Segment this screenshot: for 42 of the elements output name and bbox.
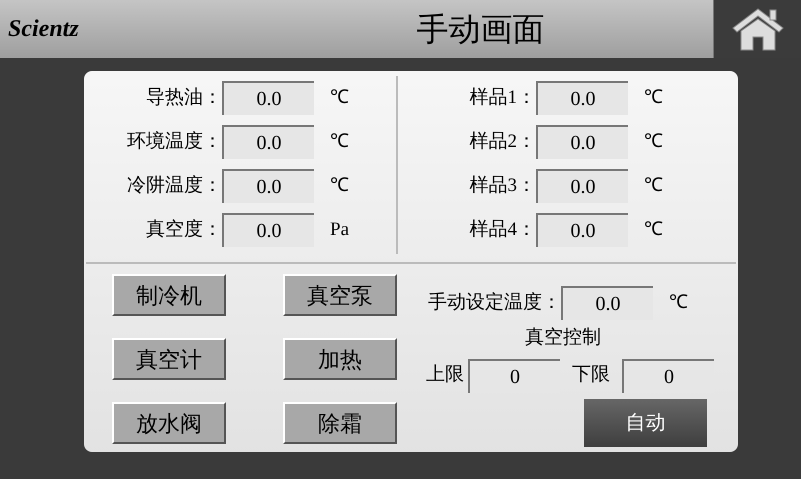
upper-limit-field[interactable]: 0 — [468, 358, 560, 392]
reading-label: 冷阱温度： — [126, 174, 222, 198]
reading-field[interactable]: 0.0 — [222, 81, 314, 115]
reading-field[interactable]: 0.0 — [536, 169, 628, 203]
reading-label: 样品1： — [468, 86, 536, 110]
lower-limit-label: 下限 — [571, 363, 611, 388]
unit-label: ℃ — [669, 290, 688, 315]
screen-title: 手动画面 — [416, 10, 546, 49]
set-temperature-label: 手动设定温度： — [428, 290, 561, 315]
control-button[interactable]: 加热 — [283, 338, 397, 380]
reading-label: 真空度： — [145, 218, 222, 242]
control-button[interactable]: 制冷机 — [112, 274, 226, 316]
reading-field[interactable]: 0.0 — [536, 213, 628, 247]
control-button[interactable]: 真空计 — [112, 338, 226, 380]
unit-label: ℃ — [330, 86, 349, 110]
reading-field[interactable]: 0.0 — [222, 169, 314, 203]
reading-label: 样品2： — [468, 130, 536, 154]
unit-label: Pa — [330, 218, 349, 242]
unit-label: ℃ — [644, 174, 663, 198]
home-button[interactable] — [713, 0, 801, 58]
upper-limit-label: 上限 — [425, 363, 465, 388]
reading-label: 样品4： — [468, 218, 536, 242]
reading-label: 环境温度： — [126, 130, 222, 154]
unit-label: ℃ — [330, 130, 349, 154]
reading-label: 样品3： — [468, 174, 536, 198]
set-temperature-field[interactable]: 0.0 — [561, 286, 653, 320]
logo: Scientz — [8, 15, 80, 44]
reading-field[interactable]: 0.0 — [222, 213, 314, 247]
reading-field[interactable]: 0.0 — [222, 125, 314, 159]
auto-button[interactable]: 自动 — [584, 398, 707, 446]
unit-label: ℃ — [644, 218, 663, 242]
control-button[interactable]: 放水阀 — [112, 402, 226, 444]
unit-label: ℃ — [644, 86, 663, 110]
control-button[interactable]: 真空泵 — [283, 274, 397, 316]
lower-limit-field[interactable]: 0 — [622, 358, 714, 392]
reading-field[interactable]: 0.0 — [536, 125, 628, 159]
unit-label: ℃ — [330, 174, 349, 198]
reading-label: 导热油： — [145, 86, 222, 110]
reading-field[interactable]: 0.0 — [536, 81, 628, 115]
control-button[interactable]: 除霜 — [283, 402, 397, 444]
vacuum-control-title: 真空控制 — [524, 326, 602, 350]
unit-label: ℃ — [644, 130, 663, 154]
